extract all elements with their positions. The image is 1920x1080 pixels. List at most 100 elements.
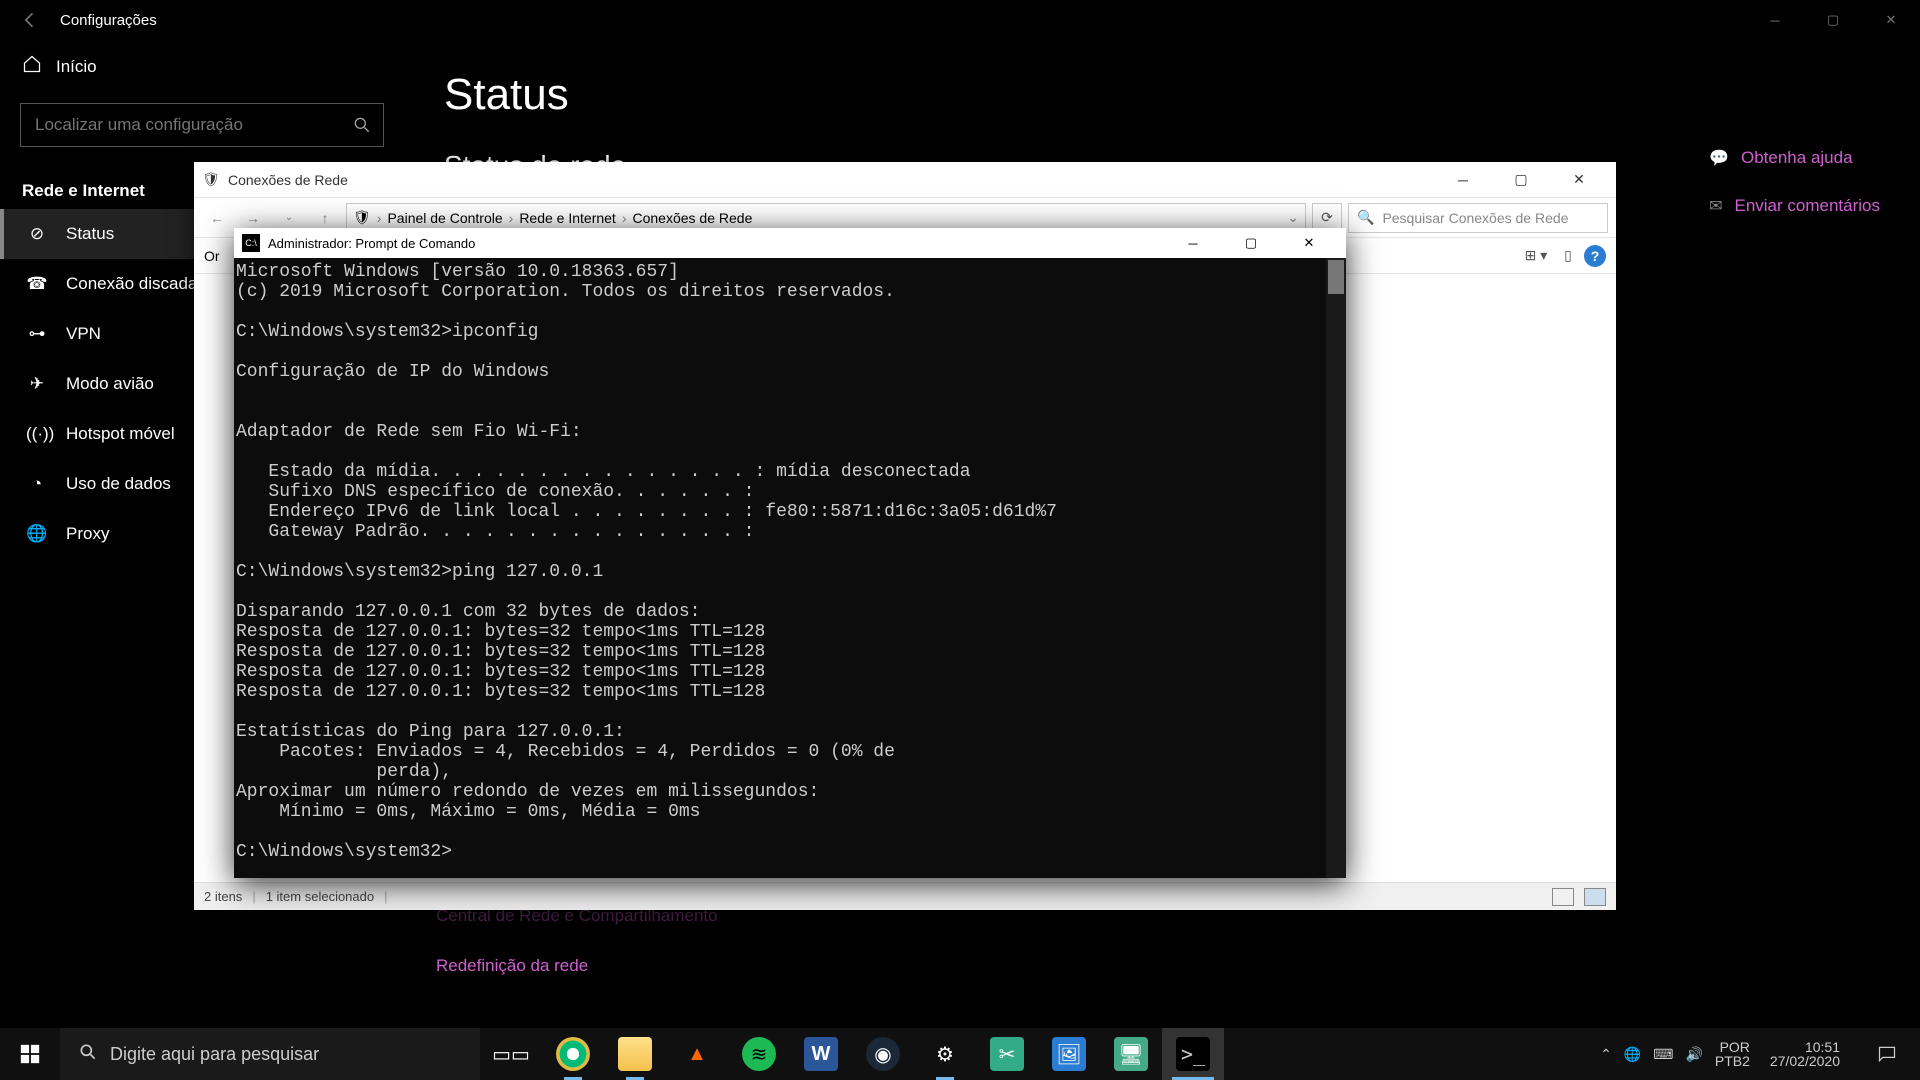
status-item-count: 2 itens xyxy=(204,889,242,904)
tray-chevron-icon[interactable]: ⌃ xyxy=(1600,1046,1612,1063)
breadcrumb-item[interactable]: Painel de Controle xyxy=(387,210,502,226)
help-link[interactable]: 💬 Obtenha ajuda xyxy=(1709,140,1880,176)
clock-time: 10:51 xyxy=(1770,1040,1840,1054)
view-details-button[interactable] xyxy=(1552,888,1574,906)
settings-back-button[interactable] xyxy=(0,0,60,40)
explorer-maximize-button[interactable]: ▢ xyxy=(1492,162,1550,198)
page-title: Status xyxy=(444,70,1880,120)
cmd-scroll-thumb[interactable] xyxy=(1328,260,1344,294)
sidebar-item-label: Hotspot móvel xyxy=(66,424,175,444)
snip-icon: ✂ xyxy=(990,1037,1024,1071)
preview-pane-button[interactable]: ▯ xyxy=(1552,242,1584,270)
taskbar-search[interactable]: Digite aqui para pesquisar xyxy=(60,1028,480,1080)
app-remote[interactable]: 🖥 xyxy=(1100,1028,1162,1080)
explorer-close-button[interactable]: ✕ xyxy=(1550,162,1608,198)
volume-icon[interactable]: 🔊 xyxy=(1685,1046,1702,1063)
settings-search[interactable] xyxy=(20,103,384,147)
sidebar-home-label: Início xyxy=(56,57,97,77)
breadcrumb-item[interactable]: Rede e Internet xyxy=(519,210,616,226)
view-options-button[interactable]: ⊞ ▾ xyxy=(1520,242,1552,270)
taskview-button[interactable]: ▭▭ xyxy=(480,1028,542,1080)
photos-icon: 🖼 xyxy=(1052,1037,1086,1071)
sidebar-item-label: Status xyxy=(66,224,114,244)
word-icon: W xyxy=(804,1037,838,1071)
search-icon xyxy=(78,1042,98,1067)
action-center-button[interactable] xyxy=(1860,1028,1914,1080)
explorer-back-button[interactable]: ← xyxy=(202,203,232,233)
vlc-icon: ▲ xyxy=(680,1037,714,1071)
settings-search-input[interactable] xyxy=(20,103,384,147)
remote-icon: 🖥 xyxy=(1114,1037,1148,1071)
feedback-icon: ✉ xyxy=(1709,196,1722,216)
cmd-minimize-button[interactable]: ─ xyxy=(1164,228,1222,258)
cmd-close-button[interactable]: ✕ xyxy=(1280,228,1338,258)
app-photos[interactable]: 🖼 xyxy=(1038,1028,1100,1080)
app-chrome[interactable] xyxy=(542,1028,604,1080)
start-button[interactable] xyxy=(0,1028,60,1080)
app-cmd[interactable]: >_ xyxy=(1162,1028,1224,1080)
explorer-toolbar-left[interactable]: Or xyxy=(204,248,220,264)
shield-icon: 🛡 xyxy=(202,171,222,188)
settings-minimize-button[interactable]: ─ xyxy=(1746,0,1804,40)
shield-icon: 🛡 xyxy=(353,209,371,226)
app-spotify[interactable]: ≋ xyxy=(728,1028,790,1080)
notifications-icon xyxy=(1877,1044,1897,1064)
settings-close-button[interactable]: ✕ xyxy=(1862,0,1920,40)
arrow-left-icon xyxy=(20,10,40,30)
explorer-search[interactable]: 🔍 Pesquisar Conexões de Rede xyxy=(1348,203,1608,233)
help-icon: 💬 xyxy=(1709,148,1729,168)
language-indicator[interactable]: POR PTB2 xyxy=(1715,1040,1750,1068)
folder-icon xyxy=(618,1037,652,1071)
gear-icon: ⚙ xyxy=(928,1037,962,1071)
app-word[interactable]: W xyxy=(790,1028,852,1080)
cmd-icon: C:\ xyxy=(242,234,260,252)
data-usage-icon: ◔ xyxy=(26,474,48,494)
vpn-icon: ⊶ xyxy=(26,324,48,344)
sidebar-home[interactable]: Início xyxy=(0,40,404,93)
taskbar-apps: ▭▭ ▲ ≋ W ◉ ⚙ ✂ 🖼 🖥 >_ xyxy=(480,1028,1224,1080)
app-vlc[interactable]: ▲ xyxy=(666,1028,728,1080)
explorer-minimize-button[interactable]: ─ xyxy=(1434,162,1492,198)
sidebar-item-label: Modo avião xyxy=(66,374,154,394)
system-tray: ⌃ 🌐 ⌨ 🔊 POR PTB2 10:51 27/02/2020 xyxy=(1594,1028,1920,1080)
cmd-title: Administrador: Prompt de Comando xyxy=(268,236,475,251)
airplane-icon: ✈ xyxy=(26,374,48,394)
taskbar: Digite aqui para pesquisar ▭▭ ▲ ≋ W ◉ ⚙ … xyxy=(0,1028,1920,1080)
cmd-icon: >_ xyxy=(1176,1037,1210,1071)
dialup-icon: ☎ xyxy=(26,274,48,294)
network-icon[interactable]: 🌐 xyxy=(1624,1046,1641,1063)
sidebar-item-label: VPN xyxy=(66,324,101,344)
cmd-maximize-button[interactable]: ▢ xyxy=(1222,228,1280,258)
explorer-title: Conexões de Rede xyxy=(228,172,348,188)
app-settings[interactable]: ⚙ xyxy=(914,1028,976,1080)
cmd-scrollbar[interactable] xyxy=(1326,258,1346,878)
clock[interactable]: 10:51 27/02/2020 xyxy=(1762,1040,1848,1068)
settings-maximize-button[interactable]: ▢ xyxy=(1804,0,1862,40)
sidebar-item-label: Proxy xyxy=(66,524,109,544)
taskbar-search-placeholder: Digite aqui para pesquisar xyxy=(110,1044,319,1065)
clock-date: 27/02/2020 xyxy=(1770,1054,1840,1068)
cmd-output: Microsoft Windows [versão 10.0.18363.657… xyxy=(234,258,1346,866)
app-steam[interactable]: ◉ xyxy=(852,1028,914,1080)
explorer-status-bar: 2 itens | 1 item selecionado | xyxy=(194,882,1616,910)
chrome-icon xyxy=(556,1037,590,1071)
app-file-explorer[interactable] xyxy=(604,1028,666,1080)
spotify-icon: ≋ xyxy=(742,1037,776,1071)
windows-icon xyxy=(19,1043,41,1065)
network-reset-link[interactable]: Redefinição da rede xyxy=(436,956,718,976)
breadcrumb-item[interactable]: Conexões de Rede xyxy=(633,210,753,226)
taskview-icon: ▭▭ xyxy=(494,1037,528,1071)
app-snip[interactable]: ✂ xyxy=(976,1028,1038,1080)
help-button[interactable]: ? xyxy=(1584,245,1606,267)
settings-lower-links: Central de Rede e Compartilhamento Redef… xyxy=(436,898,718,984)
chevron-down-icon[interactable]: ⌄ xyxy=(1287,209,1299,226)
language-icon[interactable]: ⌨ xyxy=(1653,1046,1673,1063)
hotspot-icon: ((·)) xyxy=(26,424,48,444)
status-icon: ⊘ xyxy=(26,224,48,244)
view-tiles-button[interactable] xyxy=(1584,888,1606,906)
explorer-search-placeholder: Pesquisar Conexões de Rede xyxy=(1382,210,1568,226)
search-icon xyxy=(352,115,372,140)
cmd-window: C:\ Administrador: Prompt de Comando ─ ▢… xyxy=(234,228,1346,878)
cmd-body[interactable]: Microsoft Windows [versão 10.0.18363.657… xyxy=(234,258,1346,878)
feedback-link[interactable]: ✉ Enviar comentários xyxy=(1709,188,1880,224)
